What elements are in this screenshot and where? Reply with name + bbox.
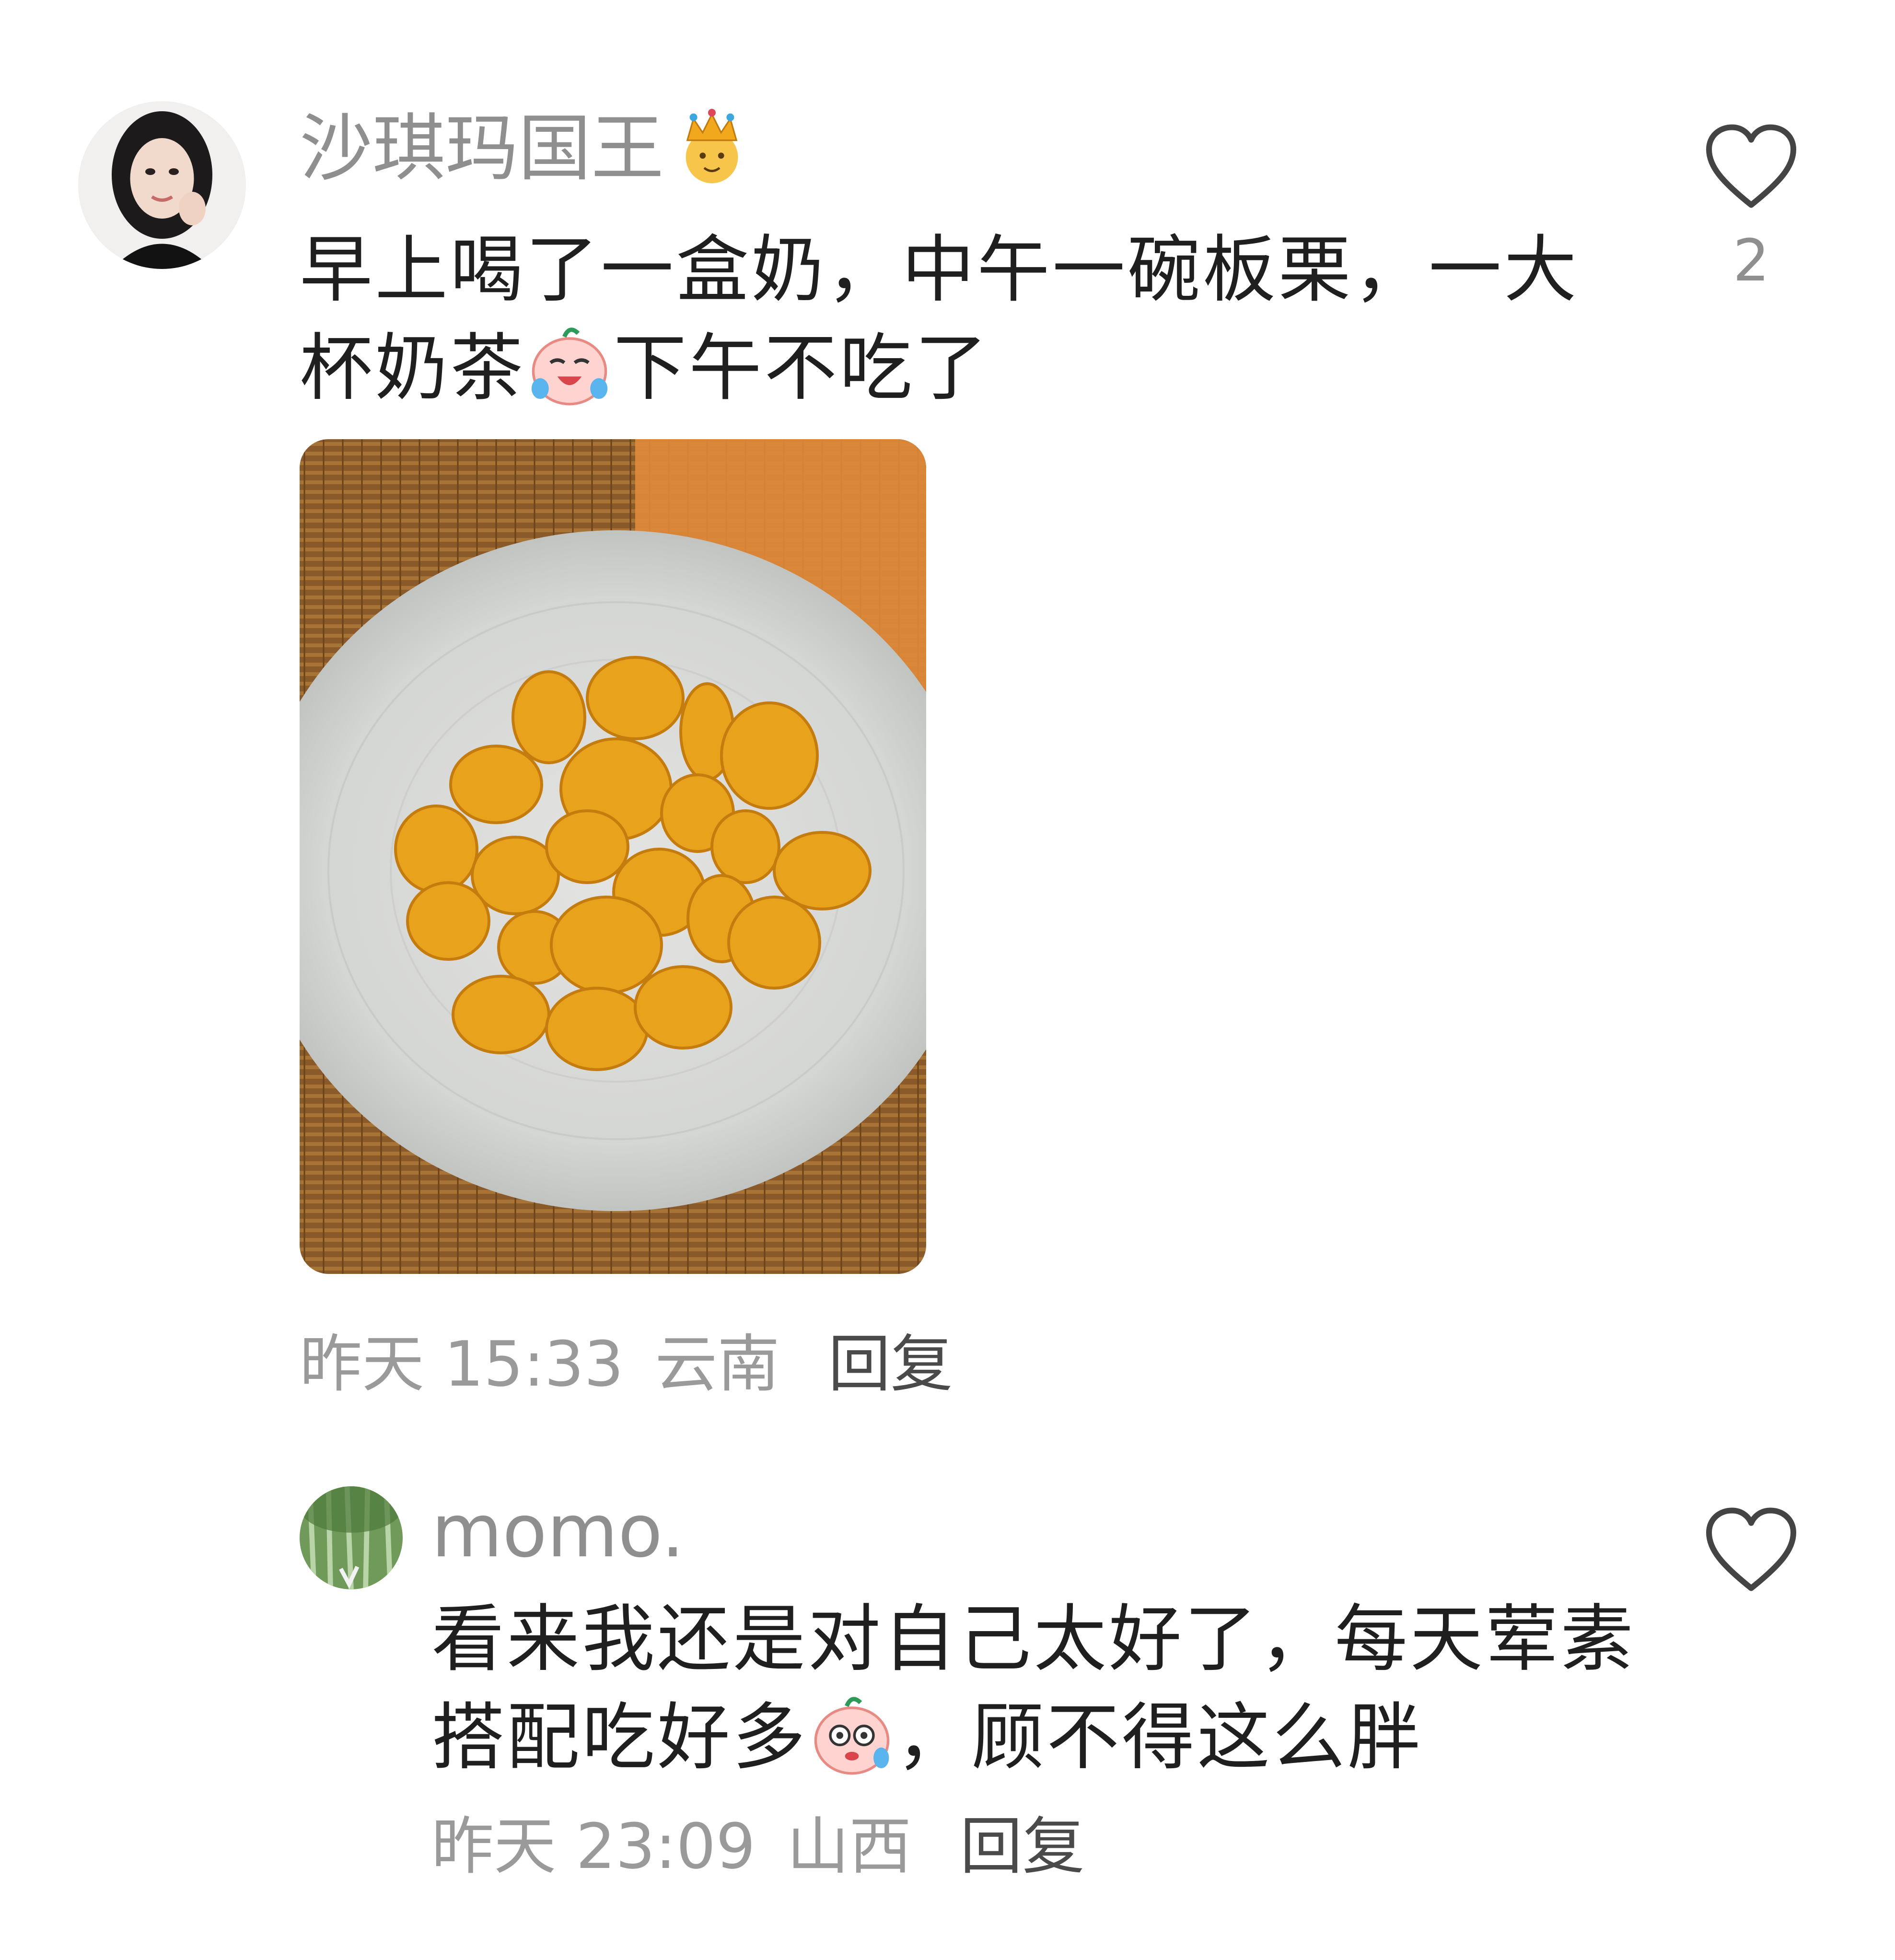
like-button[interactable]: 2: [1703, 122, 1799, 290]
comment-line: 看来我还是对自己太好了，每天荤素: [431, 1597, 1636, 1681]
comment-text-segment: 杯奶茶: [300, 326, 525, 410]
comment-text-segment: 下午不吃了: [614, 326, 990, 410]
heart-outline-icon[interactable]: [1703, 122, 1799, 211]
comment-text-segment: ，顾不得这么胖: [896, 1695, 1423, 1780]
comment-body: 早上喝了一盒奶，中午一碗板栗，一大 杯奶茶 下午不吃了: [300, 221, 1579, 417]
comment-line: 杯奶茶 下午不吃了: [300, 319, 1579, 417]
location: 山西: [787, 1810, 912, 1883]
comment-body: 看来我还是对自己太好了，每天荤素 搭配吃好多 ，顾不得这么胖: [431, 1590, 1636, 1786]
timestamp: 昨天 15:33: [300, 1328, 624, 1400]
username[interactable]: momo.: [431, 1495, 685, 1568]
location: 云南: [655, 1328, 780, 1400]
comment-text-segment: 搭配吃好多: [431, 1695, 808, 1780]
user-avatar[interactable]: [300, 1486, 403, 1589]
user-avatar[interactable]: [78, 101, 246, 269]
username-text[interactable]: 沙琪玛国王: [300, 106, 664, 191]
crying-laughing-emoji-icon: [526, 321, 613, 408]
comment-line: 早上喝了一盒奶，中午一碗板栗，一大: [300, 227, 1579, 312]
heart-outline-icon[interactable]: [1703, 1505, 1799, 1594]
reply-button[interactable]: 回复: [828, 1328, 953, 1400]
username[interactable]: 沙琪玛国王: [300, 106, 750, 188]
comment-photo[interactable]: [300, 439, 926, 1274]
crown-person-icon: [674, 106, 750, 188]
reply-button[interactable]: 回复: [960, 1810, 1085, 1883]
like-count: 2: [1732, 228, 1770, 294]
sweating-worried-emoji-icon: [809, 1691, 895, 1777]
comment-meta: 昨天 15:33 云南 回复: [300, 1333, 953, 1395]
comment-meta: 昨天 23:09 山西 回复: [431, 1815, 1085, 1878]
like-button[interactable]: [1703, 1505, 1799, 1594]
timestamp: 昨天 23:09: [431, 1810, 756, 1883]
comment-line: 搭配吃好多 ，顾不得这么胖: [431, 1688, 1636, 1786]
comment-thread: 沙琪玛国王 早上喝了一盒奶，中午一碗板栗，一大 杯奶茶 下午不吃了 昨天 15:…: [0, 0, 1895, 1960]
